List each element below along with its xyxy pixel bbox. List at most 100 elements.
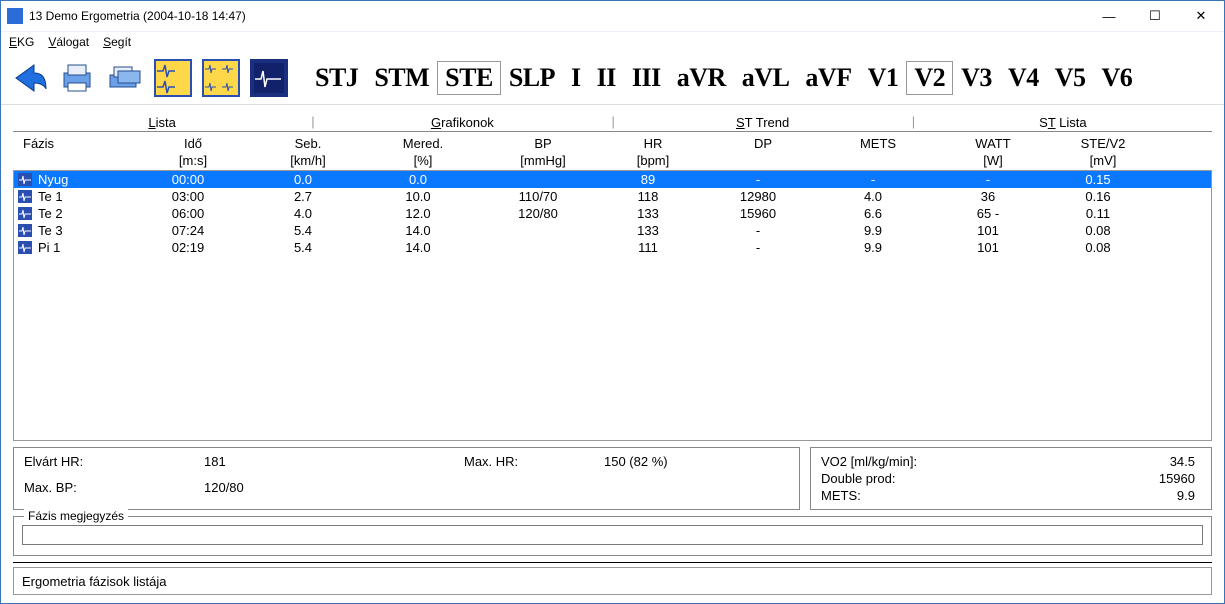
table-row[interactable]: Nyug00:000.00.089---0.15 [14, 171, 1211, 188]
param-tab-III[interactable]: III [624, 61, 669, 95]
cell-bp: 110/70 [478, 189, 598, 204]
view-tab-0[interactable]: Lista [13, 115, 311, 130]
grid: Nyug00:000.00.089---0.15Te 103:002.710.0… [13, 170, 1212, 441]
cell-mered: 14.0 [358, 223, 478, 238]
grid-header-row2: [m:s] [km/h] [%] [mmHg] [bpm] [W] [mV] [9, 151, 1216, 168]
table-row[interactable]: Te 307:245.414.0133-9.91010.08 [14, 222, 1211, 239]
statusbar: Ergometria fázisok listája [13, 567, 1212, 595]
hdr-mets: METS [823, 136, 933, 151]
hdr-ste: STE/V2 [1053, 136, 1153, 151]
menubar: EKG Válogat Segít [1, 32, 1224, 52]
grid-header-row1: Fázis Idő Seb. Mered. BP HR DP METS WATT… [9, 134, 1216, 151]
cell-mered: 12.0 [358, 206, 478, 221]
param-tab-V2[interactable]: V2 [906, 61, 953, 95]
view-tabs: Lista|Grafikonok|ST Trend|ST Lista [13, 111, 1212, 132]
param-tab-V3[interactable]: V3 [953, 61, 1000, 95]
window-title: 13 Demo Ergometria (2004-10-18 14:47) [29, 9, 246, 23]
cell-mets: 4.0 [818, 189, 928, 204]
hdr-hr: HR [603, 136, 703, 151]
stats-right: VO2 [ml/kg/min]: 34.5 Double prod: 15960… [810, 447, 1212, 510]
cell-hr: 133 [598, 206, 698, 221]
param-tab-I[interactable]: I [563, 61, 589, 95]
hdr-dp: DP [703, 136, 823, 151]
param-tabs: STJSTMSTESLPIIIIIIaVRaVLaVFV1V2V3V4V5V6 [307, 61, 1140, 95]
menu-valogat[interactable]: Válogat [48, 35, 89, 49]
titlebar: 13 Demo Ergometria (2004-10-18 14:47) — … [1, 1, 1224, 32]
printer2-icon[interactable] [105, 56, 145, 100]
cell-fazis: Te 1 [38, 189, 63, 204]
cell-ido: 02:19 [128, 240, 248, 255]
cell-mered: 14.0 [358, 240, 478, 255]
param-tab-aVF[interactable]: aVF [797, 61, 859, 95]
cell-ste: 0.11 [1048, 206, 1148, 221]
param-tab-V1[interactable]: V1 [860, 61, 907, 95]
param-tab-STM[interactable]: STM [366, 61, 437, 95]
param-tab-STJ[interactable]: STJ [307, 61, 366, 95]
table-row[interactable]: Te 103:002.710.0110/70118129804.0360.16 [14, 188, 1211, 205]
cell-watt: - [928, 172, 1048, 187]
cell-seb: 4.0 [248, 206, 358, 221]
cell-ido: 07:24 [128, 223, 248, 238]
app-icon [7, 8, 23, 24]
elvart-hr-value: 181 [204, 454, 464, 478]
phase-icon [18, 173, 32, 186]
cell-watt: 101 [928, 223, 1048, 238]
notes-group: Fázis megjegyzés [13, 516, 1212, 556]
wave2-icon[interactable] [201, 56, 241, 100]
cell-hr: 111 [598, 240, 698, 255]
param-tab-V4[interactable]: V4 [1000, 61, 1047, 95]
separator [13, 562, 1212, 563]
app-window: 13 Demo Ergometria (2004-10-18 14:47) — … [0, 0, 1225, 604]
cell-dp: 15960 [698, 206, 818, 221]
param-tab-SLP[interactable]: SLP [501, 61, 563, 95]
cell-ste: 0.08 [1048, 223, 1148, 238]
param-tab-aVR[interactable]: aVR [669, 61, 734, 95]
table-row[interactable]: Pi 102:195.414.0111-9.91010.08 [14, 239, 1211, 256]
cell-seb: 5.4 [248, 223, 358, 238]
cell-mets: 9.9 [818, 240, 928, 255]
cell-mered: 10.0 [358, 189, 478, 204]
hdr-ido: Idő [133, 136, 253, 151]
menu-segit[interactable]: Segít [103, 35, 131, 49]
hdr-fazis: Fázis [23, 136, 133, 151]
cell-ido: 03:00 [128, 189, 248, 204]
view-tab-2[interactable]: ST Trend [614, 115, 912, 130]
view-tab-3[interactable]: ST Lista [914, 115, 1212, 130]
phase-icon [18, 190, 32, 203]
dp-label: Double prod: [821, 471, 1021, 486]
max-bp-value: 120/80 [204, 480, 464, 504]
cell-mets: 6.6 [818, 206, 928, 221]
hdr-bp-u: [mmHg] [483, 153, 603, 168]
param-tab-STE[interactable]: STE [437, 61, 501, 95]
back-icon[interactable] [9, 56, 49, 100]
wave3-icon[interactable] [249, 56, 289, 100]
max-hr-value: 150 (82 %) [604, 454, 789, 478]
cell-mets: 9.9 [818, 223, 928, 238]
notes-input[interactable] [22, 525, 1203, 545]
cell-dp: - [698, 240, 818, 255]
param-tab-aVL[interactable]: aVL [734, 61, 798, 95]
hdr-ido-u: [m:s] [133, 153, 253, 168]
menu-ekg[interactable]: EKG [9, 35, 34, 49]
hdr-seb-u: [km/h] [253, 153, 363, 168]
phase-icon [18, 207, 32, 220]
cell-dp: 12980 [698, 189, 818, 204]
param-tab-II[interactable]: II [589, 61, 624, 95]
minimize-button[interactable]: — [1086, 1, 1132, 31]
printer1-icon[interactable] [57, 56, 97, 100]
cell-mets: - [818, 172, 928, 187]
stats-left: Elvárt HR: 181 Max. HR: 150 (82 %) Max. … [13, 447, 800, 510]
wave1-icon[interactable] [153, 56, 193, 100]
cell-watt: 101 [928, 240, 1048, 255]
cell-dp: - [698, 223, 818, 238]
param-tab-V6[interactable]: V6 [1094, 61, 1141, 95]
cell-fazis: Pi 1 [38, 240, 60, 255]
cell-hr: 89 [598, 172, 698, 187]
table-row[interactable]: Te 206:004.012.0120/80133159606.665 -0.1… [14, 205, 1211, 222]
dp-value: 15960 [1021, 471, 1201, 486]
content-area: Lista|Grafikonok|ST Trend|ST Lista Fázis… [1, 105, 1224, 603]
maximize-button[interactable]: ☐ [1132, 1, 1178, 31]
param-tab-V5[interactable]: V5 [1047, 61, 1094, 95]
close-button[interactable]: ✕ [1178, 1, 1224, 31]
view-tab-1[interactable]: Grafikonok [313, 115, 611, 130]
